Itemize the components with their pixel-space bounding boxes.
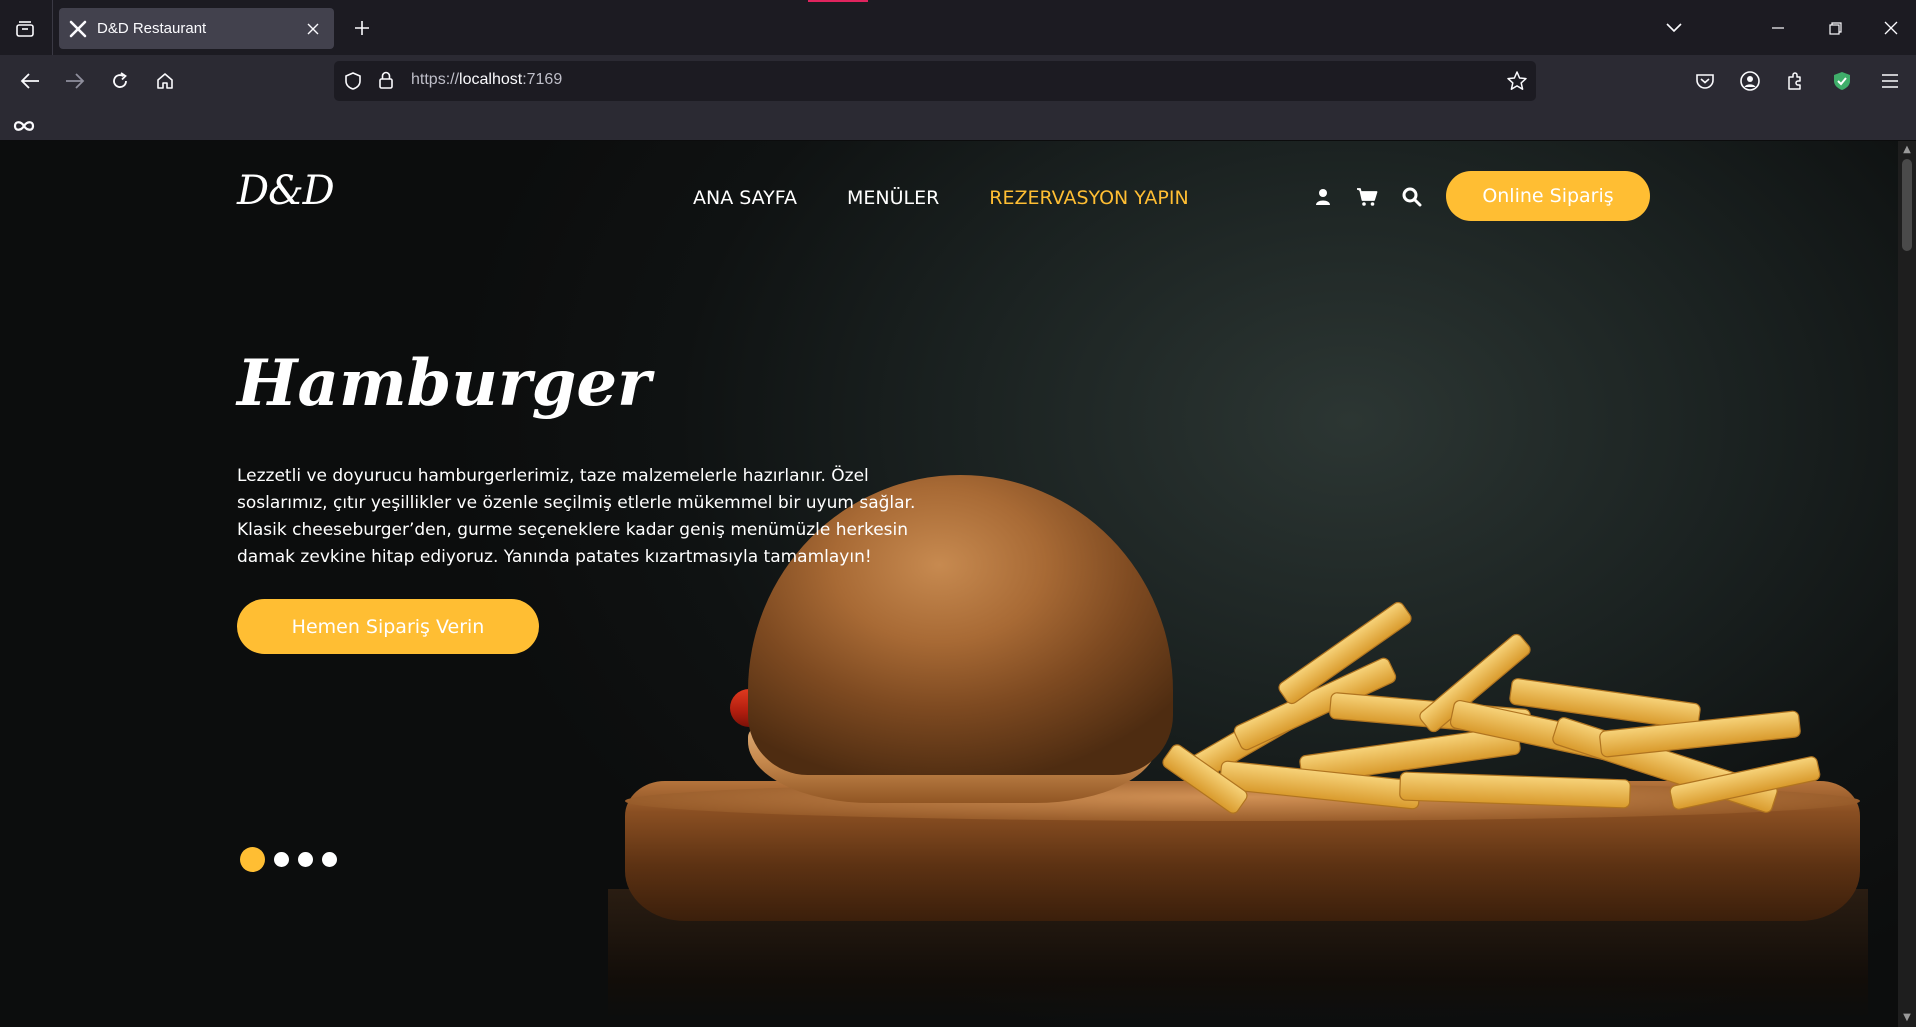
url-port: :7169 bbox=[522, 71, 563, 88]
tab-close-icon[interactable] bbox=[302, 18, 324, 40]
nav-link-menus[interactable]: MENÜLER bbox=[847, 187, 939, 209]
user-icon[interactable] bbox=[1310, 184, 1336, 210]
browser-nav-toolbar: https://localhost:7169 bbox=[0, 55, 1916, 107]
tab-divider bbox=[52, 0, 53, 55]
slider-dot-2[interactable] bbox=[274, 852, 289, 867]
back-icon[interactable] bbox=[14, 65, 46, 97]
restaurant-page: D&D ANA SAYFA MENÜLER REZERVASYON YAPIN … bbox=[0, 141, 1916, 1027]
vpn-shield-icon[interactable] bbox=[1826, 65, 1858, 97]
browser-tab-bar: D&D Restaurant bbox=[0, 0, 1916, 55]
restore-icon[interactable] bbox=[1819, 12, 1851, 44]
list-all-tabs-icon[interactable] bbox=[1658, 12, 1690, 44]
bookmarks-toolbar bbox=[0, 107, 1916, 141]
scroll-thumb[interactable] bbox=[1902, 159, 1912, 251]
nav-link-reservation[interactable]: REZERVASYON YAPIN bbox=[989, 187, 1188, 209]
url-text[interactable]: https://localhost:7169 bbox=[411, 71, 562, 89]
extensions-icon[interactable] bbox=[1779, 65, 1811, 97]
pocket-icon[interactable] bbox=[1689, 65, 1721, 97]
hero-description: Lezzetli ve doyurucu hamburgerlerimiz, t… bbox=[237, 466, 916, 567]
slider-indicators bbox=[240, 847, 337, 872]
new-tab-icon[interactable] bbox=[347, 13, 377, 43]
forward-icon[interactable] bbox=[59, 65, 91, 97]
account-icon[interactable] bbox=[1734, 65, 1766, 97]
tab-title: D&D Restaurant bbox=[97, 20, 207, 37]
url-scheme: https:// bbox=[411, 71, 460, 88]
main-nav: ANA SAYFA MENÜLER REZERVASYON YAPIN bbox=[693, 187, 1239, 209]
tab-accent-line bbox=[808, 0, 868, 2]
scroll-up-icon[interactable]: ▲ bbox=[1902, 145, 1912, 155]
url-bar[interactable]: https://localhost:7169 bbox=[334, 61, 1536, 101]
scroll-down-icon[interactable]: ▼ bbox=[1902, 1013, 1912, 1023]
site-logo[interactable]: D&D bbox=[237, 168, 335, 214]
close-window-icon[interactable] bbox=[1875, 12, 1907, 44]
tab-dd-restaurant[interactable]: D&D Restaurant bbox=[59, 8, 334, 49]
slider-dot-4[interactable] bbox=[322, 852, 337, 867]
home-icon[interactable] bbox=[149, 65, 181, 97]
reload-icon[interactable] bbox=[104, 65, 136, 97]
cutlery-icon bbox=[67, 18, 89, 40]
nav-link-home[interactable]: ANA SAYFA bbox=[693, 187, 797, 209]
infinity-bookmark-icon[interactable] bbox=[13, 117, 35, 136]
bookmark-star-icon[interactable] bbox=[1506, 70, 1528, 96]
search-icon[interactable] bbox=[1399, 184, 1425, 210]
cart-icon[interactable] bbox=[1354, 184, 1380, 210]
slider-dot-3[interactable] bbox=[298, 852, 313, 867]
minimize-icon[interactable] bbox=[1762, 12, 1794, 44]
shield-icon[interactable] bbox=[343, 71, 363, 95]
url-host: localhost bbox=[459, 71, 523, 88]
order-now-button[interactable]: Hemen Sipariş Verin bbox=[237, 599, 539, 654]
online-order-button[interactable]: Online Sipariş bbox=[1446, 171, 1650, 221]
menu-icon[interactable] bbox=[1874, 65, 1906, 97]
lock-icon[interactable] bbox=[377, 70, 395, 94]
hero-title: Hamburger bbox=[237, 346, 651, 421]
page-scrollbar[interactable]: ▲ ▼ bbox=[1898, 141, 1916, 1027]
slider-dot-1[interactable] bbox=[240, 847, 265, 872]
tab-list-icon[interactable] bbox=[10, 14, 40, 44]
fries bbox=[1162, 601, 1821, 814]
